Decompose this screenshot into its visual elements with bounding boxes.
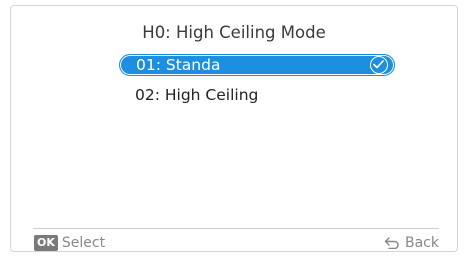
ok-badge: OK bbox=[34, 235, 58, 251]
screen-title: H0: High Ceiling Mode bbox=[142, 23, 326, 42]
back-label: Back bbox=[405, 235, 439, 251]
select-hint[interactable]: OK Select bbox=[34, 234, 105, 252]
footer-divider bbox=[33, 228, 439, 229]
settings-screen: H0: High Ceiling Mode 01: Standa 02: Hig… bbox=[10, 5, 458, 252]
back-button[interactable]: Back bbox=[384, 234, 439, 252]
check-circle-icon bbox=[370, 56, 388, 74]
option-label: 02: High Ceiling bbox=[135, 86, 259, 104]
option-high-ceiling[interactable]: 02: High Ceiling bbox=[119, 85, 395, 107]
option-standard[interactable]: 01: Standa bbox=[119, 54, 395, 76]
option-label: 01: Standa bbox=[136, 56, 221, 74]
select-label: Select bbox=[61, 235, 106, 251]
back-arrow-icon bbox=[384, 237, 400, 249]
